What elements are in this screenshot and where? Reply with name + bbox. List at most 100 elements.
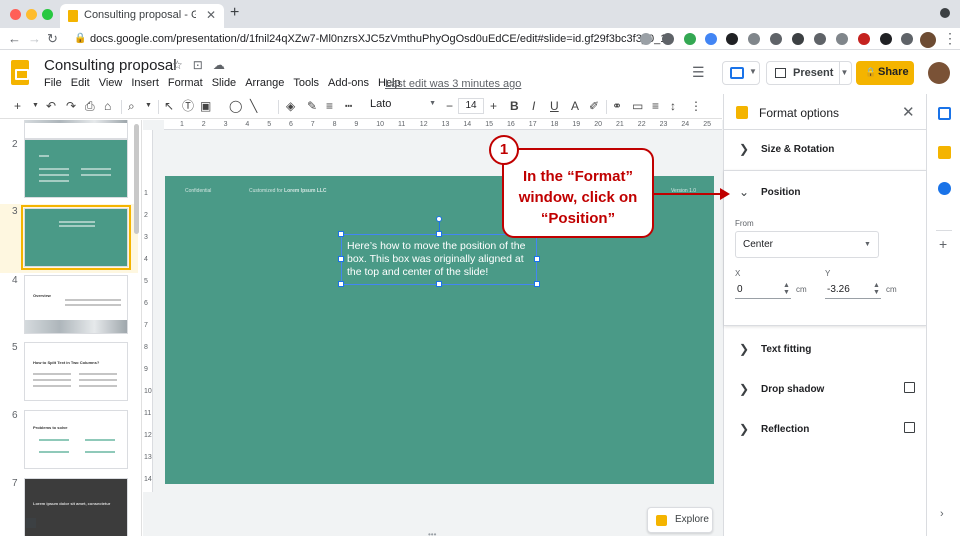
line-spacing-icon[interactable]: ↕: [670, 99, 676, 113]
section-reflection[interactable]: ❯ Reflection: [724, 416, 927, 448]
megaphone-icon[interactable]: [792, 33, 804, 45]
slide-thumbnail-5[interactable]: How to Split Text in Two Columns?: [24, 342, 128, 401]
slide-text-box-content[interactable]: Here’s how to move the position of the b…: [347, 240, 533, 279]
paint-format-icon[interactable]: ⌂: [104, 99, 111, 113]
resize-handle[interactable]: [338, 231, 344, 237]
slide-thumbnail-4[interactable]: Overview: [24, 275, 128, 334]
present-options-caret[interactable]: ▼: [838, 61, 852, 85]
record-icon[interactable]: [858, 33, 870, 45]
minimize-window-dot[interactable]: [26, 9, 37, 20]
border-dash-icon[interactable]: ┅: [345, 99, 352, 113]
italic-icon[interactable]: I: [532, 99, 535, 113]
new-tab-icon[interactable]: +: [230, 4, 239, 22]
filmstrip-scrollbar[interactable]: [134, 124, 139, 234]
shape-icon[interactable]: ◯: [229, 99, 242, 113]
present-button[interactable]: Present: [766, 61, 840, 85]
menu-view[interactable]: View: [99, 77, 123, 89]
move-folder-icon[interactable]: ⊡: [193, 58, 203, 72]
x-position-input[interactable]: 0 ▲ ▼: [735, 281, 791, 299]
chevron-right-icon[interactable]: ›: [940, 508, 944, 520]
keep-icon[interactable]: [938, 146, 951, 159]
border-weight-icon[interactable]: ≡: [326, 99, 333, 113]
font-size-field[interactable]: 14: [458, 98, 484, 114]
grid-view-icon[interactable]: [26, 518, 36, 528]
menu-slide[interactable]: Slide: [212, 77, 236, 89]
resize-handle[interactable]: [436, 281, 442, 287]
section-label[interactable]: Position: [761, 187, 800, 198]
add-addon-icon[interactable]: +: [939, 236, 947, 252]
back-icon[interactable]: ←: [8, 31, 21, 46]
extension-icon[interactable]: [684, 33, 696, 45]
shield-icon[interactable]: [748, 33, 760, 45]
y-position-input[interactable]: -3.26 ▲ ▼: [825, 281, 881, 299]
slide-thumbnail-1[interactable]: [24, 120, 128, 139]
resize-handle[interactable]: [534, 281, 540, 287]
chevron-down-icon[interactable]: ▼: [145, 99, 152, 113]
undo-icon[interactable]: ↶: [46, 99, 56, 113]
redo-icon[interactable]: ↷: [66, 99, 76, 113]
drop-shadow-checkbox[interactable]: [904, 382, 915, 393]
slide-thumbnail-3[interactable]: [21, 205, 131, 270]
underline-icon[interactable]: U: [550, 99, 559, 113]
chevron-down-icon[interactable]: ⌄: [739, 185, 749, 199]
star-icon[interactable]: ☆: [172, 58, 183, 72]
more-icon[interactable]: ⋮: [690, 99, 702, 113]
section-drop-shadow[interactable]: ❯ Drop shadow: [724, 376, 927, 408]
location-icon[interactable]: [640, 33, 652, 45]
browser-menu-icon[interactable]: ⋮: [943, 30, 957, 47]
puzzle-icon[interactable]: [901, 33, 913, 45]
menu-edit[interactable]: Edit: [71, 77, 90, 89]
increase-font-icon[interactable]: +: [490, 99, 497, 113]
slides-logo-icon[interactable]: [11, 60, 29, 85]
highlight-icon[interactable]: ✐: [589, 99, 599, 113]
menu-tools[interactable]: Tools: [293, 77, 319, 89]
explore-button[interactable]: Explore: [647, 507, 713, 533]
stepper-icon[interactable]: ▲ ▼: [873, 282, 880, 296]
link-icon[interactable]: ⚭: [612, 99, 622, 113]
slide-thumbnail-2[interactable]: [24, 139, 128, 198]
zoom-icon[interactable]: ⌕: [128, 99, 135, 113]
tasks-icon[interactable]: [938, 182, 951, 195]
close-window-dot[interactable]: [10, 9, 21, 20]
select-arrow-icon[interactable]: ↖: [164, 99, 174, 113]
tab-search-icon[interactable]: [940, 8, 950, 18]
chevron-down-icon[interactable]: ▼: [32, 99, 39, 113]
slide-thumbnail-6[interactable]: Problems to solve: [24, 410, 128, 469]
font-select[interactable]: Lato ▼: [370, 98, 438, 114]
resize-handle[interactable]: [436, 231, 442, 237]
fill-color-icon[interactable]: ◈: [286, 99, 295, 113]
maximize-window-dot[interactable]: [42, 9, 53, 20]
print-icon[interactable]: ⎙: [85, 99, 95, 113]
resize-handle[interactable]: [534, 256, 540, 262]
profile-avatar[interactable]: [920, 32, 936, 48]
menu-file[interactable]: File: [44, 77, 62, 89]
tab-close-icon[interactable]: ✕: [206, 8, 216, 22]
image-icon[interactable]: ▣: [200, 99, 211, 113]
position-from-select[interactable]: Center ▼: [735, 231, 879, 258]
comment-icon[interactable]: ▭: [632, 99, 643, 113]
menu-add-ons[interactable]: Add-ons: [328, 77, 369, 89]
new-slide-icon[interactable]: +: [14, 99, 21, 113]
bold-icon[interactable]: B: [510, 99, 519, 113]
line-icon[interactable]: ╲: [250, 99, 257, 113]
browser-tab[interactable]: Consulting proposal - Google S ✕: [60, 4, 224, 28]
resize-handle[interactable]: [338, 256, 344, 262]
close-icon[interactable]: ✕: [902, 103, 915, 121]
text-color-icon[interactable]: A: [571, 99, 579, 113]
text-box-icon[interactable]: Ⓣ: [182, 99, 194, 113]
extension-icon[interactable]: [880, 33, 892, 45]
reload-icon[interactable]: ↻: [47, 31, 58, 47]
rotation-handle[interactable]: [436, 216, 442, 222]
extension-icon[interactable]: [770, 33, 782, 45]
comment-history-icon[interactable]: ☰: [692, 64, 705, 81]
align-icon[interactable]: ≡: [652, 99, 659, 113]
extension-icon[interactable]: [705, 33, 717, 45]
border-color-icon[interactable]: ✎: [307, 99, 317, 113]
stepper-icon[interactable]: ▲ ▼: [783, 282, 790, 296]
function-icon[interactable]: [814, 33, 826, 45]
last-edit-link[interactable]: Last edit was 3 minutes ago: [385, 78, 521, 90]
share-button[interactable]: 🔒 Share: [856, 61, 914, 85]
slide-thumbnail-7[interactable]: Lorem ipsum dolor sit amet, consectetur: [24, 478, 128, 536]
star-icon[interactable]: [662, 33, 674, 45]
section-size-rotation[interactable]: ❯ Size & Rotation: [724, 130, 927, 170]
